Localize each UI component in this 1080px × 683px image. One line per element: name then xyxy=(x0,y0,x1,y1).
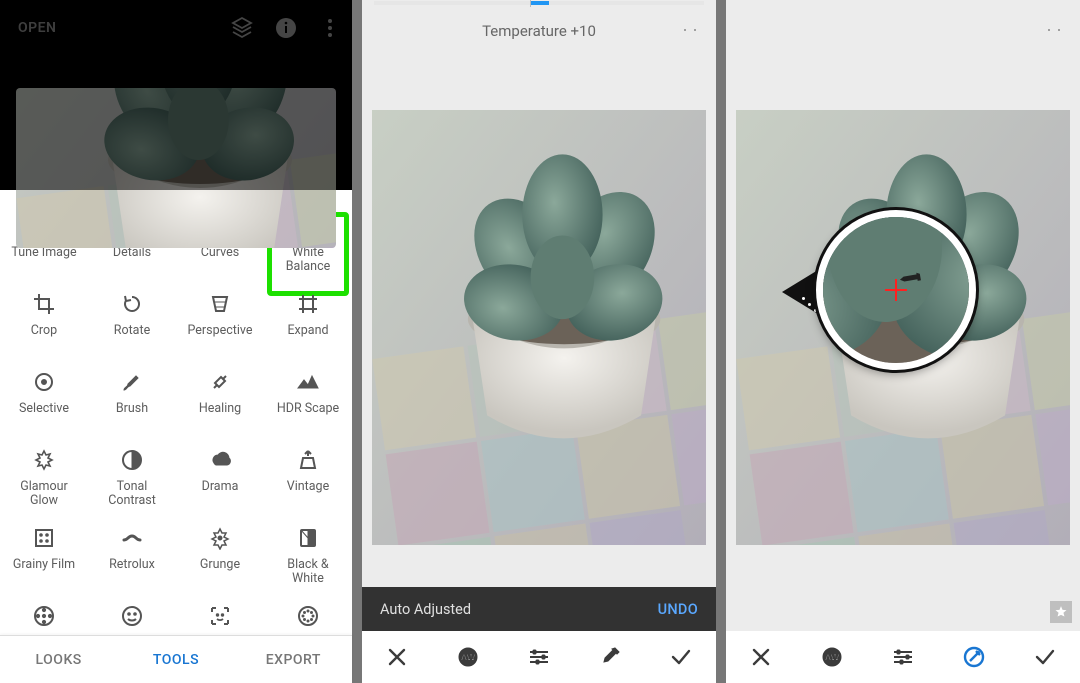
open-button[interactable]: OPEN xyxy=(18,20,56,36)
param-readout: Temperature +10 xyxy=(362,22,716,40)
screen-white-balance-slider: Temperature +10 Auto Adjusted UNDO xyxy=(362,0,716,683)
tool-drama[interactable]: Drama xyxy=(176,444,264,522)
layers-icon[interactable] xyxy=(230,16,254,40)
rotate-icon xyxy=(120,292,144,316)
tool-expand[interactable]: Expand xyxy=(264,288,352,366)
param-slider[interactable] xyxy=(374,0,704,6)
tool-face[interactable] xyxy=(88,600,176,628)
retrolux-icon xyxy=(120,526,144,550)
grainy-film-icon xyxy=(32,526,56,550)
tool-crop[interactable]: Crop xyxy=(0,288,88,366)
auto-wb-button[interactable] xyxy=(805,631,859,683)
tool-brush[interactable]: Brush xyxy=(88,366,176,444)
cancel-button[interactable] xyxy=(370,631,424,683)
tool-label: Tune Image xyxy=(11,246,76,260)
info-icon[interactable] xyxy=(274,16,298,40)
circle-pattern-icon xyxy=(296,604,320,628)
black-white-icon xyxy=(296,526,320,550)
adjust-button[interactable] xyxy=(512,631,566,683)
tool-label: HDR Scape xyxy=(277,402,339,416)
face-icon xyxy=(120,604,144,628)
tool-selective[interactable]: Selective xyxy=(0,366,88,444)
tool-label: TonalContrast xyxy=(108,480,156,509)
tool-perspective[interactable]: Perspective xyxy=(176,288,264,366)
tool-label: Selective xyxy=(19,402,69,416)
compare-button[interactable] xyxy=(1042,18,1066,46)
snackbar-text: Auto Adjusted xyxy=(380,601,471,618)
eyedropper-button[interactable] xyxy=(583,631,637,683)
apply-button[interactable] xyxy=(654,631,708,683)
auto-wb-button[interactable] xyxy=(441,631,495,683)
tool-circle-pattern[interactable] xyxy=(264,600,352,628)
tool-tonal-contrast[interactable]: TonalContrast xyxy=(88,444,176,522)
tool-label: Retrolux xyxy=(109,558,155,572)
screen-tools-panel: OPEN Tune ImageDetailsCurvesWBWhiteBalan… xyxy=(0,0,352,683)
crop-icon xyxy=(32,292,56,316)
tool-label: Vintage xyxy=(287,480,329,494)
tool-label: Details xyxy=(113,246,151,260)
tool-label: Crop xyxy=(31,324,57,338)
selective-icon xyxy=(32,370,56,394)
tool-label: Healing xyxy=(199,402,241,416)
tool-label: WhiteBalance xyxy=(286,246,331,275)
edit-bottom-bar xyxy=(726,631,1080,683)
film-reel-icon xyxy=(32,604,56,628)
tab-export[interactable]: EXPORT xyxy=(235,636,352,683)
apply-button[interactable] xyxy=(1018,631,1072,683)
tool-label: Drama xyxy=(202,480,239,494)
photo-thumbnail[interactable] xyxy=(16,88,336,248)
tab-looks[interactable]: LOOKS xyxy=(0,636,117,683)
healing-icon xyxy=(208,370,232,394)
tool-vintage[interactable]: Vintage xyxy=(264,444,352,522)
tool-label: GlamourGlow xyxy=(20,480,68,509)
tool-retrolux[interactable]: Retrolux xyxy=(88,522,176,600)
tool-label: Black &White xyxy=(287,558,328,587)
photo-canvas[interactable] xyxy=(736,110,1070,545)
tool-label: Grainy Film xyxy=(13,558,75,572)
tool-glamour-glow[interactable]: GlamourGlow xyxy=(0,444,88,522)
tool-hdr-scape[interactable]: HDR Scape xyxy=(264,366,352,444)
tool-grunge[interactable]: Grunge xyxy=(176,522,264,600)
photo-canvas[interactable] xyxy=(372,110,706,545)
tool-label: Expand xyxy=(287,324,328,338)
favorite-badge[interactable] xyxy=(1050,601,1072,623)
adjust-button[interactable] xyxy=(876,631,930,683)
snackbar: Auto Adjusted UNDO xyxy=(362,587,716,631)
edit-bottom-bar xyxy=(362,631,716,683)
bottom-tabs: LOOKSTOOLSEXPORT xyxy=(0,635,352,683)
tool-label: Curves xyxy=(201,246,239,260)
undo-button[interactable]: UNDO xyxy=(658,601,698,618)
perspective-icon xyxy=(208,292,232,316)
hdr-scape-icon xyxy=(296,370,320,394)
grunge-icon xyxy=(208,526,232,550)
tool-label: Rotate xyxy=(114,324,150,338)
glamour-glow-icon xyxy=(32,448,56,472)
tonal-contrast-icon xyxy=(120,448,144,472)
screen-white-balance-eyedropper xyxy=(726,0,1080,683)
app-header: OPEN xyxy=(0,0,352,56)
expand-icon xyxy=(296,292,320,316)
eyedropper-circle-button[interactable] xyxy=(947,631,1001,683)
tool-face-scan[interactable] xyxy=(176,600,264,628)
more-icon[interactable] xyxy=(318,16,342,40)
tool-black-white[interactable]: Black &White xyxy=(264,522,352,600)
tool-label: Brush xyxy=(116,402,148,416)
tools-grid: Tune ImageDetailsCurvesWBWhiteBalanceCro… xyxy=(0,190,352,635)
tool-label: Grunge xyxy=(200,558,240,572)
vintage-icon xyxy=(296,448,320,472)
tool-label: Perspective xyxy=(187,324,252,338)
tool-film-reel[interactable] xyxy=(0,600,88,628)
cancel-button[interactable] xyxy=(734,631,788,683)
tab-tools[interactable]: TOOLS xyxy=(117,636,234,683)
tool-rotate[interactable]: Rotate xyxy=(88,288,176,366)
face-scan-icon xyxy=(208,604,232,628)
tool-grainy-film[interactable]: Grainy Film xyxy=(0,522,88,600)
brush-icon xyxy=(120,370,144,394)
drama-icon xyxy=(208,448,232,472)
tool-healing[interactable]: Healing xyxy=(176,366,264,444)
compare-button[interactable] xyxy=(678,18,702,46)
